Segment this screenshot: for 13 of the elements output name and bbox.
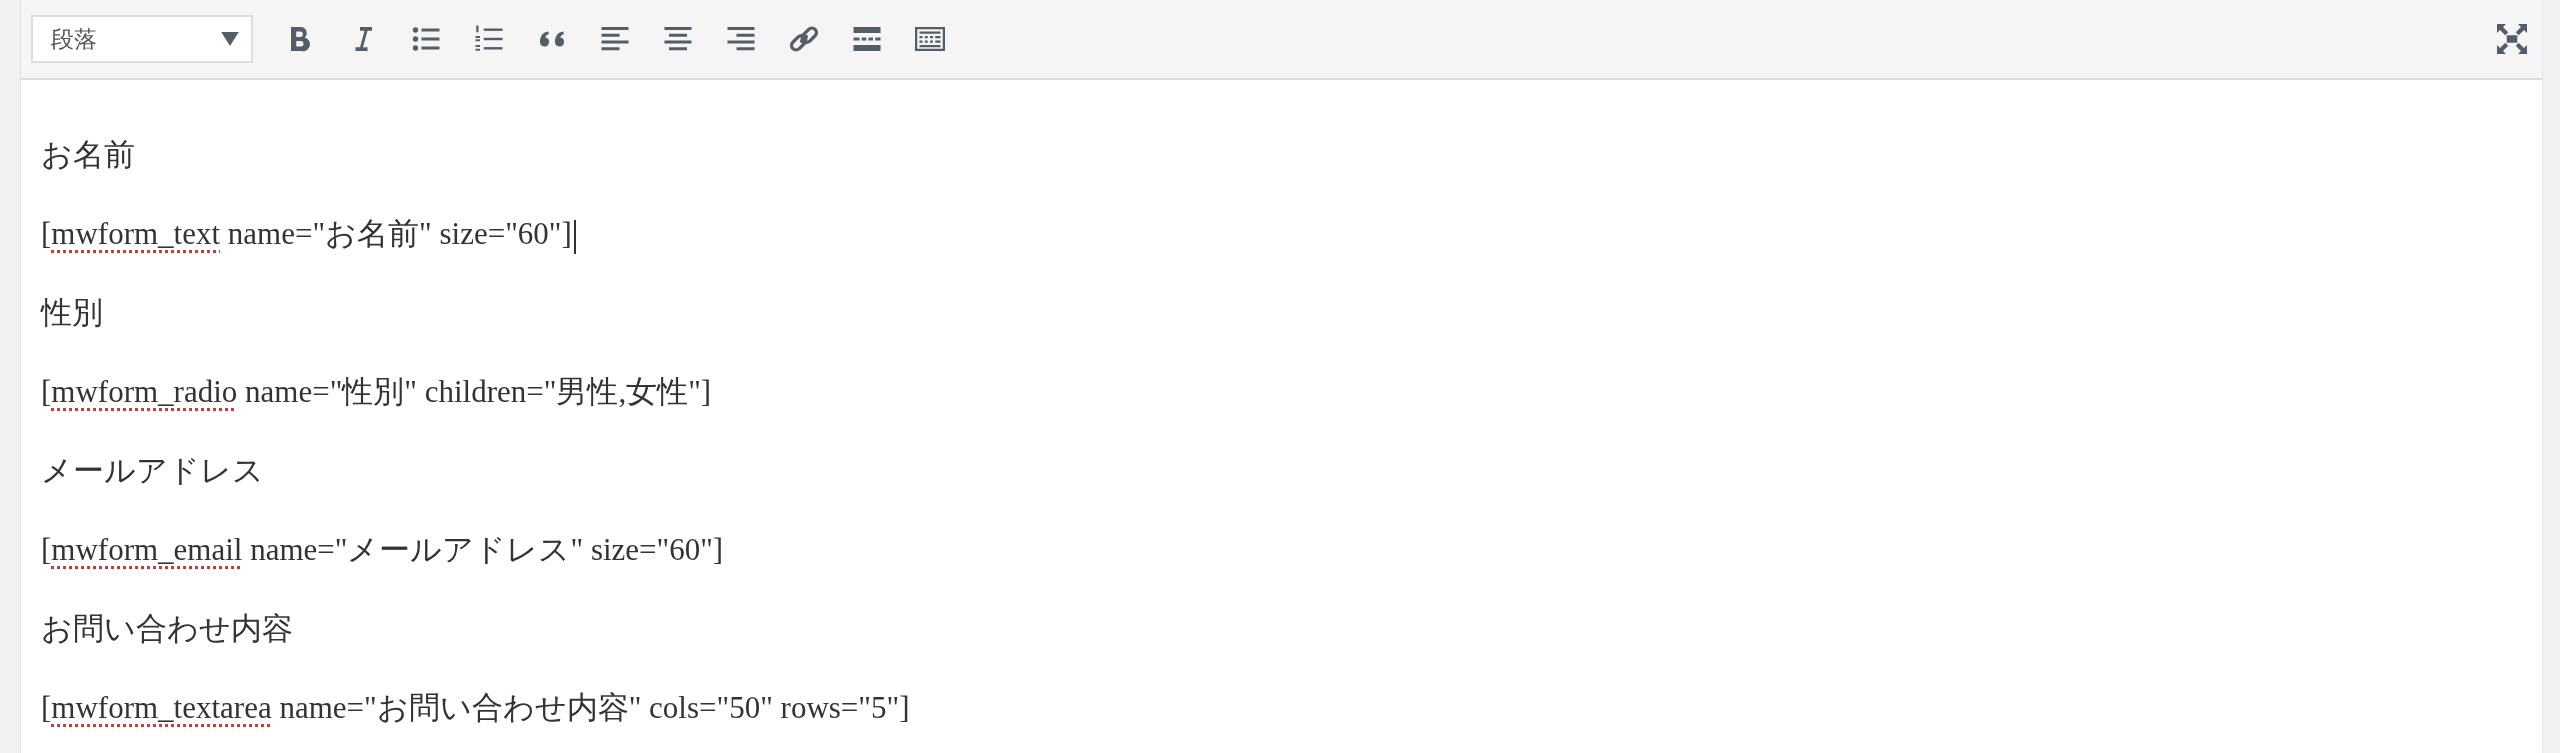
text-cursor (573, 219, 576, 254)
paragraph-text: メールアドレス (41, 452, 265, 490)
paragraph-text: お名前 (41, 136, 136, 174)
paragraph-text: [mwform_text name="お名前" size="60"] (41, 194, 2542, 273)
caret-icon (221, 32, 239, 46)
fullscreen-icon (2494, 21, 2530, 57)
format-dropdown[interactable]: 段落 (31, 15, 253, 63)
paragraph-text: [mwform_textarea name="お問い合わせ内容" cols="50" rows="5"] (41, 689, 911, 727)
paragraph-text: [mwform_radio name="性別" children="男性,女性"] (41, 373, 713, 411)
paragraph-text: お問い合わせ内容 (41, 610, 294, 648)
paragraph-text: [mwform_email name="メールアドレス" size="60"] (41, 531, 725, 569)
paragraph-text: 性別 (41, 294, 104, 332)
editor-content-area[interactable]: お名前 [mwform_text name="お名前" size="60"] 性別 [mwform_radio name="性別" children="男性,女性"] メールアドレス [mwform_email name="メールアドレス" size="60"] お問い合わせ内容 [mwform_textarea name="お問い合わせ内容" cols="50" rows="5"] (21, 80, 2542, 747)
